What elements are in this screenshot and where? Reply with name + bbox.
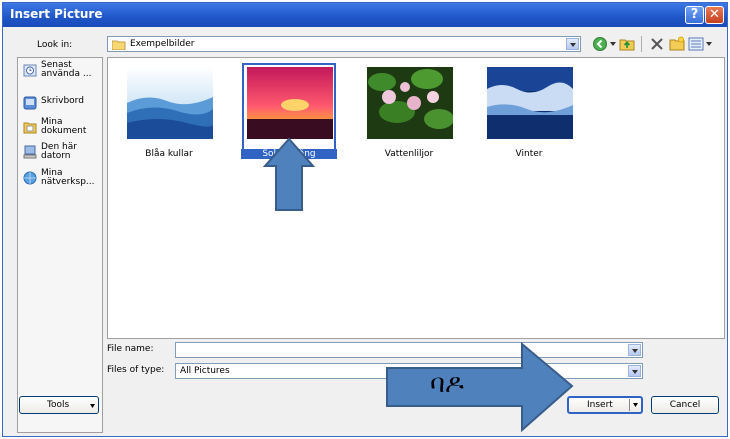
annotation-text: ባዶ <box>430 369 464 399</box>
annotation-layer <box>262 137 574 433</box>
up-arrow-annotation <box>262 137 316 211</box>
right-arrow-annotation <box>386 341 574 433</box>
